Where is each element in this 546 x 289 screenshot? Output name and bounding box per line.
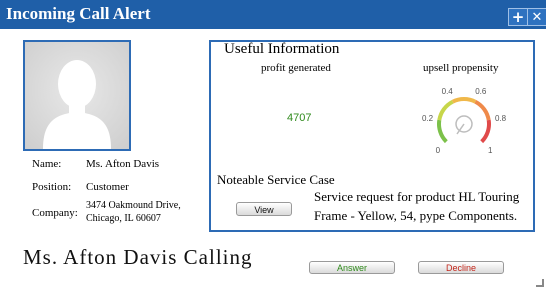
gauge-segment-0 (437, 119, 448, 144)
service-case-line-2: Frame - Yellow, 54, pype Components. (314, 208, 518, 223)
plus-button[interactable]: + (508, 8, 528, 26)
decline-button[interactable]: Decline (418, 261, 504, 274)
position-value: Customer (86, 181, 129, 193)
plus-icon: + (511, 8, 525, 26)
gauge-tick-label-0: 0 (436, 146, 441, 155)
position-label: Position: (32, 181, 72, 193)
gauge-tick-label-4: 0.8 (495, 114, 507, 123)
window-title: Incoming Call Alert (6, 4, 151, 23)
company-label: Company: (32, 207, 78, 219)
gauge-segment-3 (474, 99, 491, 121)
close-button[interactable]: ✕ (527, 8, 546, 26)
resize-grip-icon[interactable] (536, 279, 544, 287)
company-address-line1: 3474 Oakmound Drive, (86, 200, 181, 211)
company-address-line2: Chicago, IL 60607 (86, 213, 161, 224)
gauge-tick-label-3: 0.6 (475, 87, 487, 96)
person-silhouette-icon (25, 42, 129, 149)
gauge-segment-1 (437, 99, 454, 121)
useful-information-panel: Useful Information profit generated upse… (209, 40, 535, 232)
answer-button[interactable]: Answer (309, 261, 395, 274)
gauge-segment-4 (480, 119, 491, 144)
noteable-service-case-title: Noteable Service Case (217, 172, 335, 187)
gauge-tick-label-1: 0.2 (422, 114, 434, 123)
gauge-segment-2 (451, 97, 477, 104)
gauge-tick-label-2: 0.4 (442, 87, 454, 96)
close-icon: ✕ (531, 10, 543, 25)
service-case-line-1: Service request for product HL Touring (314, 189, 520, 204)
name-label: Name: (32, 158, 62, 170)
calling-status: Ms. Afton Davis Calling (23, 245, 253, 269)
name-value: Ms. Afton Davis (86, 158, 160, 170)
avatar (23, 40, 131, 151)
incoming-call-window: Incoming Call Alert + ✕ Name: Ms. Afton … (0, 0, 546, 289)
title-bar: Incoming Call Alert + ✕ (0, 0, 546, 29)
service-case-description: Service request for product HL Touring F… (314, 187, 534, 225)
gauge-tick-label-5: 1 (488, 146, 493, 155)
view-case-button[interactable]: View (236, 202, 292, 216)
